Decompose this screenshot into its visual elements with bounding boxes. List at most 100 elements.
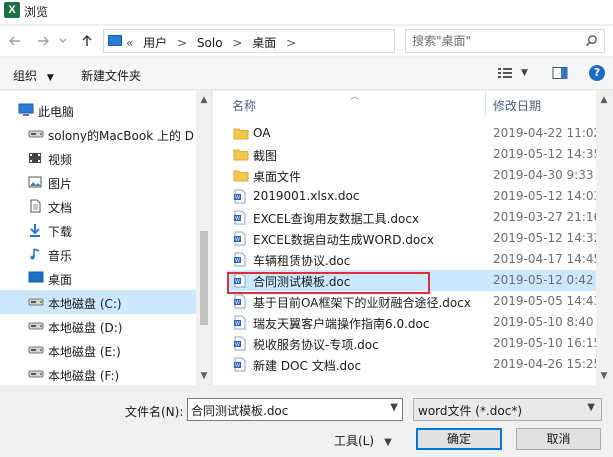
sidebar-item[interactable]: 音乐 — [0, 242, 196, 266]
column-header-date[interactable]: 修改日期 — [493, 97, 541, 121]
file-modified-date: 2019-04-30 9:33 — [493, 168, 594, 182]
breadcrumb-separator[interactable]: > — [286, 36, 296, 50]
breadcrumb-separator[interactable]: > — [232, 36, 242, 50]
window-title: 浏览 — [24, 5, 49, 19]
sidebar-item-label: 视频 — [48, 153, 73, 167]
forward-button[interactable] — [32, 30, 54, 52]
sidebar-item[interactable]: solony的MacBook 上的 D — [0, 122, 196, 146]
sidebar-item[interactable]: 本地磁盘 (E:) — [0, 338, 196, 362]
word-document-icon: W — [233, 252, 247, 267]
file-row[interactable]: W 2019001.xlsx.doc 2019-05-12 14:03 — [227, 186, 613, 207]
download-icon — [28, 223, 42, 237]
file-row[interactable]: 桌面文件 2019-04-30 9:33 — [227, 165, 613, 186]
recent-locations-button[interactable] — [56, 30, 70, 52]
breadcrumb-item-users[interactable]: 用户 — [143, 36, 167, 50]
tools-menu-button[interactable]: 工具(L) ▼ — [334, 432, 392, 449]
drive-icon — [28, 343, 44, 356]
view-dropdown-button[interactable]: ▼ — [521, 68, 528, 78]
sidebar-item[interactable]: 此电脑 — [0, 98, 196, 122]
file-row[interactable]: W 合同测试模板.doc 2019-05-12 0:42 — [227, 270, 613, 291]
file-name: EXCEL数据自动生成WORD.docx — [253, 233, 434, 247]
address-bar[interactable]: « 用户 > Solo > 桌面 > — [103, 29, 489, 53]
file-modified-date: 2019-05-10 8:40 — [493, 315, 594, 329]
sidebar-item[interactable]: 文档 — [0, 194, 196, 218]
word-document-icon: W — [233, 336, 247, 351]
new-folder-button[interactable]: 新建文件夹 — [81, 67, 141, 84]
folder-icon — [233, 126, 249, 140]
file-modified-date: 2019-05-12 14:32 — [493, 231, 602, 245]
file-type-value: word文件 (*.doc*) — [418, 404, 523, 418]
sidebar-item[interactable]: 桌面 — [0, 266, 196, 290]
file-modified-date: 2019-05-12 14:35 — [493, 147, 602, 161]
sidebar-item[interactable]: 本地磁盘 (C:) — [0, 290, 196, 314]
sidebar-item[interactable]: 图片 — [0, 170, 196, 194]
back-button[interactable] — [4, 30, 26, 52]
sidebar-item-label: 桌面 — [48, 273, 73, 287]
filename-field[interactable]: 合同测试模板.doc ▼ — [187, 398, 403, 421]
file-row[interactable]: 截图 2019-05-12 14:35 — [227, 144, 613, 165]
file-row[interactable]: OA 2019-04-22 11:02 — [227, 123, 613, 144]
column-header-name[interactable]: 名称 — [232, 97, 256, 121]
file-modified-date: 2019-03-27 21:16 — [493, 210, 602, 224]
file-row[interactable]: W 新建 DOC 文档.doc 2019-04-26 15:25 — [227, 354, 613, 375]
file-row[interactable]: W 税收服务协议-专项.doc 2019-05-10 16:15 — [227, 333, 613, 354]
sidebar-item[interactable]: 本地磁盘 (F:) — [0, 362, 196, 385]
command-toolbar: 组织 ▼ 新建文件夹 ▼ ? — [0, 58, 613, 90]
ok-button[interactable]: 确定 — [416, 428, 502, 450]
help-button[interactable]: ? — [589, 65, 605, 81]
file-row[interactable]: W EXCEL查询用友数据工具.docx 2019-03-27 21:16 — [227, 207, 613, 228]
file-list-scrollbar[interactable]: ▲ ▼ — [596, 91, 613, 385]
preview-pane-icon — [552, 67, 568, 79]
breadcrumb-separator[interactable]: > — [177, 36, 187, 50]
arrow-right-icon — [38, 36, 49, 46]
title-bar: X 浏览 — [0, 0, 613, 24]
file-name: 税收服务协议-专项.doc — [253, 338, 379, 352]
cancel-button[interactable]: 取消 — [516, 428, 601, 450]
file-name: EXCEL查询用友数据工具.docx — [253, 212, 420, 226]
organize-menu-button[interactable]: 组织 ▼ — [13, 67, 54, 84]
file-name: OA — [253, 126, 271, 140]
pc-icon — [18, 103, 34, 116]
file-row[interactable]: W EXCEL数据自动生成WORD.docx 2019-05-12 14:32 — [227, 228, 613, 249]
preview-pane-button[interactable] — [552, 66, 568, 83]
file-list-pane: ︿ 名称 修改日期 OA 2019-04-22 11:02 截图 2019-05-12… — [213, 91, 613, 385]
sidebar-item-label: 此电脑 — [38, 105, 75, 119]
file-type-select[interactable]: word文件 (*.doc*) ▼ — [413, 398, 602, 421]
search-icon[interactable] — [585, 34, 598, 47]
chevron-down-icon — [59, 38, 67, 43]
scroll-up-arrow[interactable]: ▲ — [199, 95, 209, 105]
sidebar-item-label: solony的MacBook 上的 D — [48, 129, 195, 143]
file-row[interactable]: W 瑞友天翼客户端操作指南6.0.doc 2019-05-10 8:40 — [227, 312, 613, 333]
scroll-down-arrow[interactable]: ▼ — [599, 371, 609, 381]
word-document-icon: W — [233, 273, 247, 288]
dialog-footer: 文件名(N): 合同测试模板.doc ▼ word文件 (*.doc*) ▼ 工… — [0, 385, 613, 457]
music-icon — [28, 247, 42, 260]
sidebar-item[interactable]: 视频 — [0, 146, 196, 170]
search-box[interactable] — [405, 29, 605, 53]
breadcrumb-item-solo[interactable]: Solo — [197, 36, 223, 50]
breadcrumb-overflow[interactable]: « — [126, 36, 133, 50]
file-row[interactable]: W 车辆租赁协议.doc 2019-04-17 14:45 — [227, 249, 613, 270]
breadcrumb-item-desktop[interactable]: 桌面 — [252, 36, 276, 50]
folder-icon — [233, 168, 249, 182]
word-document-icon: W — [233, 294, 247, 309]
svg-text:W: W — [235, 216, 240, 222]
search-input[interactable] — [412, 33, 582, 49]
tools-label: 工具(L) — [334, 434, 375, 448]
navigation-scrollbar[interactable]: ▲ ▼ — [196, 91, 211, 385]
sidebar-item[interactable]: 下载 — [0, 218, 196, 242]
sidebar-item[interactable]: 本地磁盘 (D:) — [0, 314, 196, 338]
scroll-down-arrow[interactable]: ▼ — [199, 371, 209, 381]
svg-text:W: W — [235, 321, 240, 327]
column-divider[interactable] — [485, 91, 486, 115]
file-name: 桌面文件 — [253, 170, 302, 184]
folder-icon — [233, 147, 249, 161]
scrollbar-thumb[interactable] — [200, 231, 208, 325]
up-button[interactable] — [76, 30, 98, 52]
scroll-up-arrow[interactable]: ▲ — [599, 95, 609, 105]
file-modified-date: 2019-05-05 14:43 — [493, 294, 602, 308]
chevron-down-icon[interactable]: ▼ — [390, 402, 398, 413]
file-row[interactable]: W 基于目前OA框架下的业财融合途径.docx 2019-05-05 14:43 — [227, 291, 613, 312]
view-options-button[interactable] — [497, 66, 513, 83]
document-icon — [28, 199, 42, 213]
